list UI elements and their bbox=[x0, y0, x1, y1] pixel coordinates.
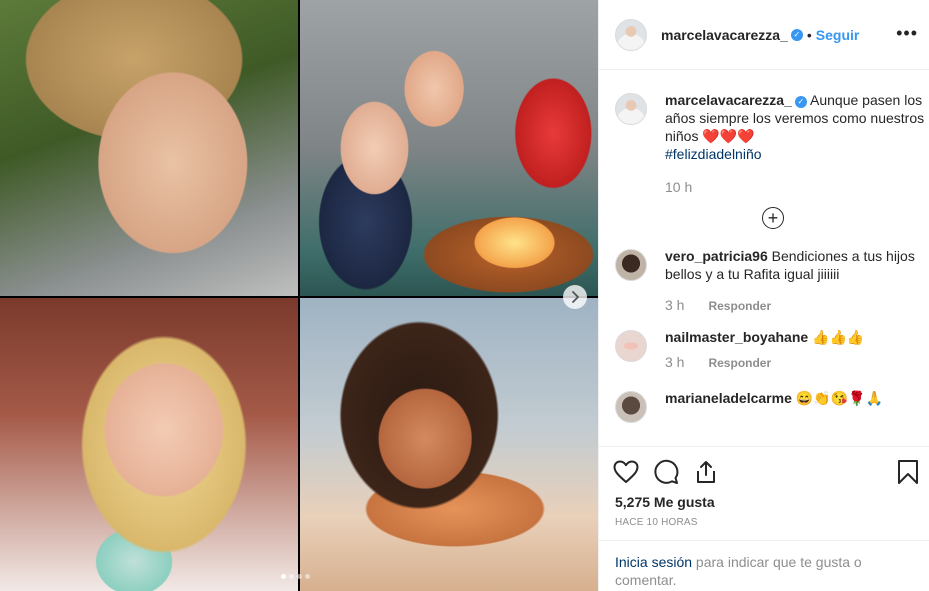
comment-button[interactable] bbox=[653, 459, 679, 485]
load-more-comments-icon[interactable]: + bbox=[762, 207, 784, 229]
carousel-dots bbox=[281, 574, 310, 579]
login-link[interactable]: Inicia sesión bbox=[615, 554, 692, 570]
commenter-avatar[interactable] bbox=[615, 249, 647, 281]
comment-body: nailmaster_boyahane 👍👍👍 bbox=[665, 328, 864, 346]
post-actions: 5,275 Me gusta HACE 10 HORAS bbox=[599, 446, 929, 528]
heart-icon bbox=[613, 460, 639, 483]
comment-text: 👍👍👍 bbox=[812, 329, 865, 345]
comment-item: marianeladelcarme 😄👏😘🌹🙏 bbox=[615, 389, 914, 423]
comments-list[interactable]: marcelavacarezza_ ✓ Aunque pasen los años… bbox=[599, 71, 929, 446]
commenter-avatar[interactable] bbox=[615, 391, 647, 423]
caption-hashtag[interactable]: #felizdiadelniño bbox=[665, 146, 762, 162]
post-media-carousel[interactable] bbox=[0, 0, 598, 591]
carousel-dot bbox=[297, 574, 302, 579]
post-header: marcelavacarezza_ ✓ • Seguir ••• bbox=[599, 0, 929, 70]
post-timestamp[interactable]: HACE 10 HORAS bbox=[615, 517, 914, 528]
caption-avatar[interactable] bbox=[615, 93, 647, 125]
carousel-dot bbox=[289, 574, 294, 579]
author-username[interactable]: marcelavacarezza_ bbox=[661, 27, 788, 43]
more-options-icon[interactable]: ••• bbox=[896, 24, 918, 42]
bookmark-icon bbox=[898, 460, 918, 484]
photo-toddler-blond bbox=[0, 0, 298, 296]
verified-badge-icon: ✓ bbox=[790, 28, 803, 41]
comment-username[interactable]: vero_patricia96 bbox=[665, 248, 768, 264]
like-button[interactable] bbox=[613, 459, 639, 485]
save-button[interactable] bbox=[895, 459, 921, 485]
caption-meta: 10 h bbox=[665, 179, 925, 195]
comment-time[interactable]: 3 h bbox=[665, 297, 684, 315]
header-separator: • bbox=[806, 26, 812, 43]
chevron-right-icon bbox=[572, 291, 579, 303]
comment-bubble-icon bbox=[654, 459, 679, 484]
carousel-dot bbox=[281, 574, 286, 579]
action-icons bbox=[613, 447, 918, 493]
caption-row: marcelavacarezza_ ✓ Aunque pasen los años… bbox=[615, 91, 924, 195]
share-icon bbox=[697, 461, 715, 483]
carousel-dot bbox=[305, 574, 310, 579]
comment-username[interactable]: marianeladelcarme bbox=[665, 390, 792, 406]
instagram-post: marcelavacarezza_ ✓ • Seguir ••• marcela… bbox=[0, 0, 929, 591]
share-button[interactable] bbox=[693, 459, 719, 485]
post-side-panel: marcelavacarezza_ ✓ • Seguir ••• marcela… bbox=[598, 0, 929, 591]
reply-button[interactable]: Responder bbox=[708, 297, 771, 315]
verified-badge-icon: ✓ bbox=[794, 96, 807, 108]
caption-hearts: ❤️❤️❤️ bbox=[702, 128, 755, 144]
reply-button[interactable]: Responder bbox=[708, 354, 771, 372]
photo-girl-blonde bbox=[0, 298, 298, 591]
commenter-avatar[interactable] bbox=[615, 330, 647, 362]
likes-count[interactable]: 5,275 Me gusta bbox=[615, 493, 914, 511]
comment-username[interactable]: nailmaster_boyahane bbox=[665, 329, 808, 345]
comment-meta: 3 h Responder bbox=[665, 297, 915, 315]
comment-meta: 3 h Responder bbox=[665, 354, 864, 372]
comment-body: vero_patricia96 Bendiciones a tus hijos … bbox=[665, 247, 915, 283]
comment-item: nailmaster_boyahane 👍👍👍 3 h Responder bbox=[615, 328, 914, 372]
author-avatar[interactable] bbox=[615, 18, 647, 51]
caption-username[interactable]: marcelavacarezza_ bbox=[665, 92, 792, 108]
follow-button[interactable]: Seguir bbox=[816, 27, 860, 43]
comment-text: 😄👏😘🌹🙏 bbox=[795, 390, 883, 406]
comment-item: vero_patricia96 Bendiciones a tus hijos … bbox=[615, 247, 915, 315]
login-prompt: Inicia sesión para indicar que te gusta … bbox=[599, 540, 929, 591]
comment-body: marianeladelcarme 😄👏😘🌹🙏 bbox=[665, 389, 883, 423]
caption-body: marcelavacarezza_ ✓ Aunque pasen los años… bbox=[665, 91, 925, 163]
carousel-next-button[interactable] bbox=[563, 285, 587, 309]
photo-birthday-cake bbox=[300, 0, 598, 296]
comment-time[interactable]: 3 h bbox=[665, 354, 684, 372]
photo-girl-smiling bbox=[300, 298, 598, 591]
caption-time[interactable]: 10 h bbox=[665, 179, 692, 195]
